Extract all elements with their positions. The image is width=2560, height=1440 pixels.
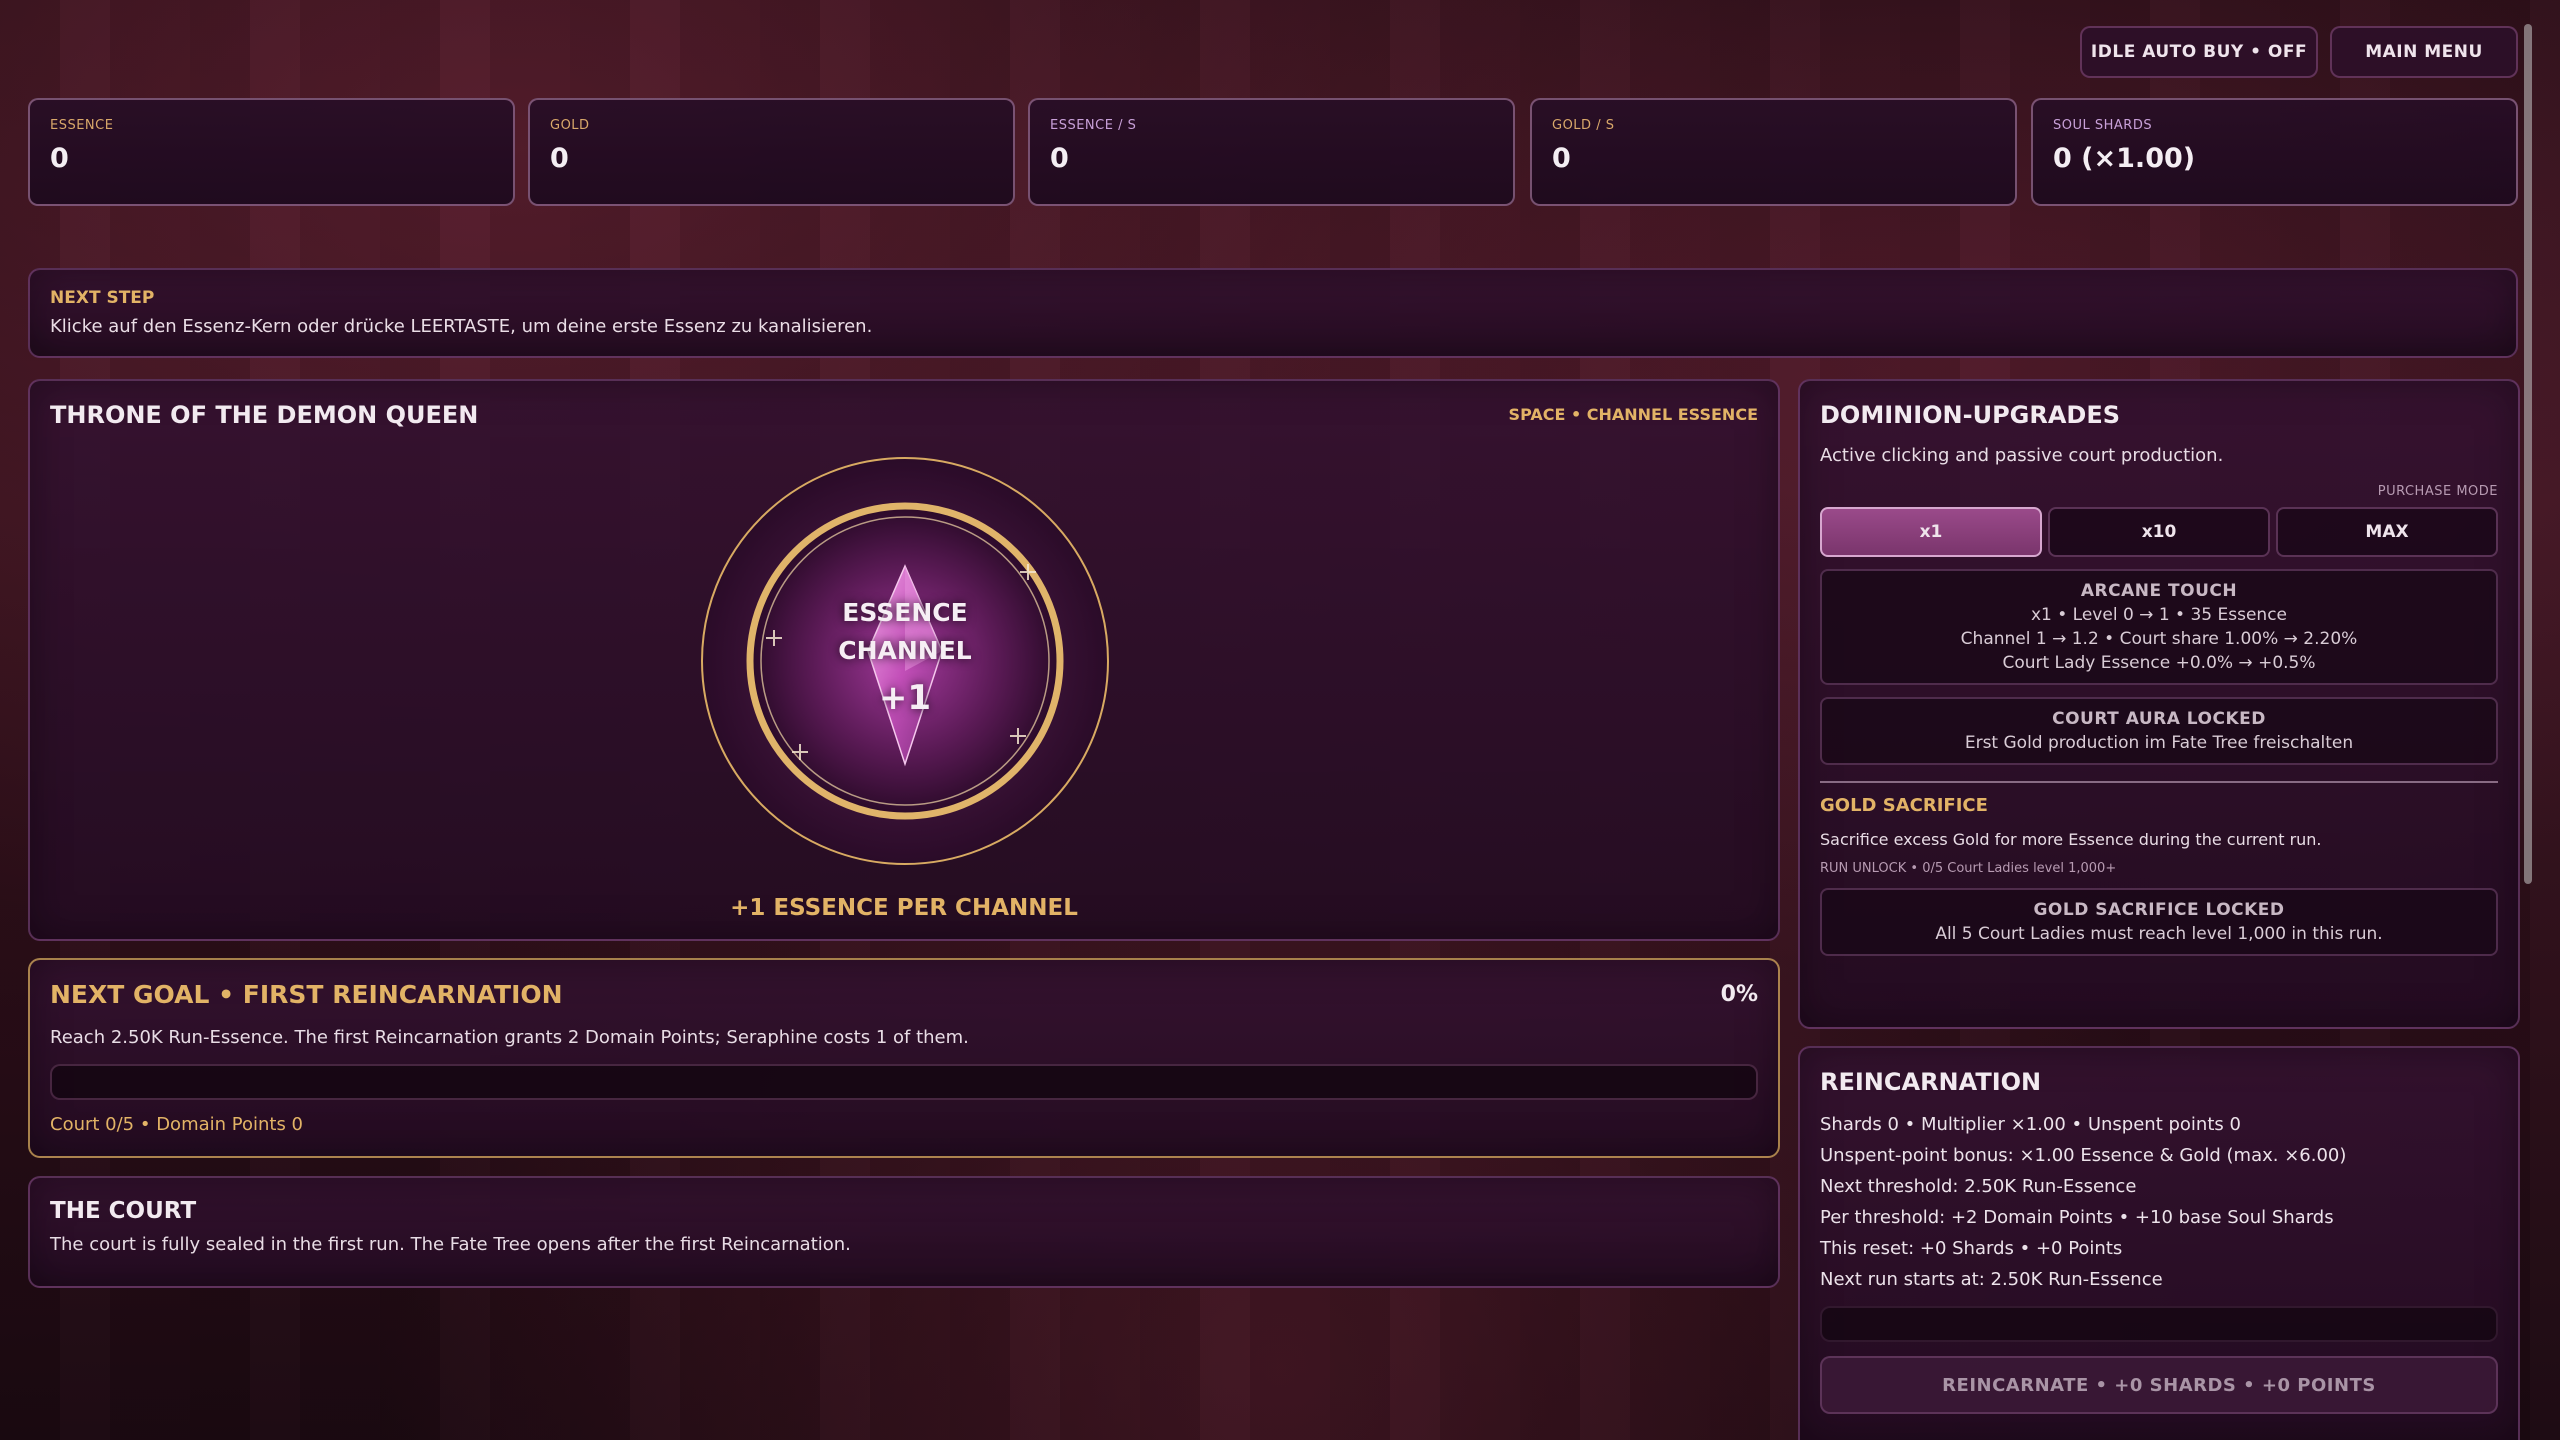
main-menu-button[interactable]: MAIN MENU [2330,26,2518,78]
upgrade-line: Erst Gold production im Fate Tree freisc… [1964,733,2354,753]
stat-essence: ESSENCE 0 [28,98,515,206]
dominion-title: DOMINION-UPGRADES [1820,401,2121,429]
upgrade-line: All 5 Court Ladies must reach level 1,00… [1935,924,2383,944]
stat-value: 0 [1050,143,1069,174]
reincarnation-panel: REINCARNATION Shards 0 • Multiplier ×1.0… [1798,1046,2520,1440]
gold-sacrifice-locked: GOLD SACRIFICE LOCKED All 5 Court Ladies… [1820,888,2498,956]
idle-auto-buy-button[interactable]: IDLE AUTO BUY • OFF [2080,26,2318,78]
orb-label-line2: CHANNEL [838,636,972,665]
stat-value: 0 [550,143,569,174]
stat-label: ESSENCE / S [1050,118,1137,133]
goal-percent: 0% [1720,982,1758,1007]
stat-label: ESSENCE [50,118,114,133]
channel-hotkey-hint: SPACE • CHANNEL ESSENCE [1508,405,1758,424]
stat-essence-per-second: ESSENCE / S 0 [1028,98,1515,206]
stat-value: 0 (×1.00) [2053,143,2196,174]
orb-gain: +1 [878,678,932,718]
goal-footer: Court 0/5 • Domain Points 0 [50,1114,304,1135]
goal-progress-bar [50,1064,1758,1100]
next-step-title: NEXT STEP [50,288,155,308]
court-panel: THE COURT The court is fully sealed in t… [28,1176,1780,1288]
stat-value: 0 [1552,143,1571,174]
upgrade-name: COURT AURA LOCKED [2052,709,2266,729]
throne-title: THRONE OF THE DEMON QUEEN [50,401,479,429]
gold-sacrifice-title: GOLD SACRIFICE [1820,795,1988,816]
upgrade-line: x1 • Level 0 → 1 • 35 Essence [2030,605,2288,625]
upgrade-line: Court Lady Essence +0.0% → +0.5% [2002,653,2316,673]
divider [1820,781,2498,783]
stat-label: SOUL SHARDS [2053,118,2153,133]
goal-text: Reach 2.50K Run-Essence. The first Reinc… [50,1027,969,1048]
orb-label-line1: ESSENCE [842,598,968,627]
goal-title: NEXT GOAL • FIRST REINCARNATION [50,980,563,1009]
reincarnation-line: Unspent-point bonus: ×1.00 Essence & Gol… [1820,1145,2347,1166]
upgrade-name: GOLD SACRIFICE LOCKED [2033,900,2285,920]
reincarnation-line: Shards 0 • Multiplier ×1.00 • Unspent po… [1820,1114,2241,1135]
purchase-mode-selector: x1 x10 MAX [1820,507,2498,557]
court-title: THE COURT [50,1198,197,1224]
page-scrollbar[interactable] [2524,24,2532,884]
stat-label: GOLD / S [1552,118,1615,133]
upgrade-arcane-touch[interactable]: ARCANE TOUCH x1 • Level 0 → 1 • 35 Essen… [1820,569,2498,685]
stat-soul-shards: SOUL SHARDS 0 (×1.00) [2031,98,2518,206]
reincarnation-line: Per threshold: +2 Domain Points • +10 ba… [1820,1207,2334,1228]
essence-per-channel: +1 ESSENCE PER CHANNEL [730,895,1078,921]
next-step-panel: NEXT STEP Klicke auf den Essenz-Kern ode… [28,268,2518,358]
upgrade-line: Channel 1 → 1.2 • Court share 1.00% → 2.… [1960,629,2358,649]
mode-x1-button[interactable]: x1 [1820,507,2042,557]
dominion-upgrades-panel: DOMINION-UPGRADES Active clicking and pa… [1798,379,2520,1029]
stat-label: GOLD [550,118,590,133]
reincarnation-progress-bar [1820,1306,2498,1342]
gold-sacrifice-text: Sacrifice excess Gold for more Essence d… [1820,830,2322,849]
throne-panel: THRONE OF THE DEMON QUEEN SPACE • CHANNE… [28,379,1780,941]
stat-gold-per-second: GOLD / S 0 [1530,98,2017,206]
mode-max-button[interactable]: MAX [2276,507,2498,557]
reincarnation-title: REINCARNATION [1820,1068,2042,1096]
mode-x10-button[interactable]: x10 [2048,507,2270,557]
stat-gold: GOLD 0 [528,98,1015,206]
essence-core-button[interactable]: ESSENCE CHANNEL +1 [700,456,1110,866]
gold-sacrifice-unlock: RUN UNLOCK • 0/5 Court Ladies level 1,00… [1820,861,2117,876]
reincarnate-button[interactable]: REINCARNATE • +0 SHARDS • +0 POINTS [1820,1356,2498,1414]
upgrade-name: ARCANE TOUCH [2080,581,2238,601]
court-text: The court is fully sealed in the first r… [50,1234,851,1255]
stat-value: 0 [50,143,69,174]
purchase-mode-label: PURCHASE MODE [2377,484,2498,499]
next-step-text: Klicke auf den Essenz-Kern oder drücke L… [50,316,873,337]
upgrade-court-aura-locked: COURT AURA LOCKED Erst Gold production i… [1820,697,2498,765]
reincarnation-line: Next threshold: 2.50K Run-Essence [1820,1176,2137,1197]
dominion-subtitle: Active clicking and passive court produc… [1820,445,2224,466]
reincarnation-line: This reset: +0 Shards • +0 Points [1820,1238,2123,1259]
next-goal-panel: NEXT GOAL • FIRST REINCARNATION 0% Reach… [28,958,1780,1158]
reincarnation-line: Next run starts at: 2.50K Run-Essence [1820,1269,2163,1290]
